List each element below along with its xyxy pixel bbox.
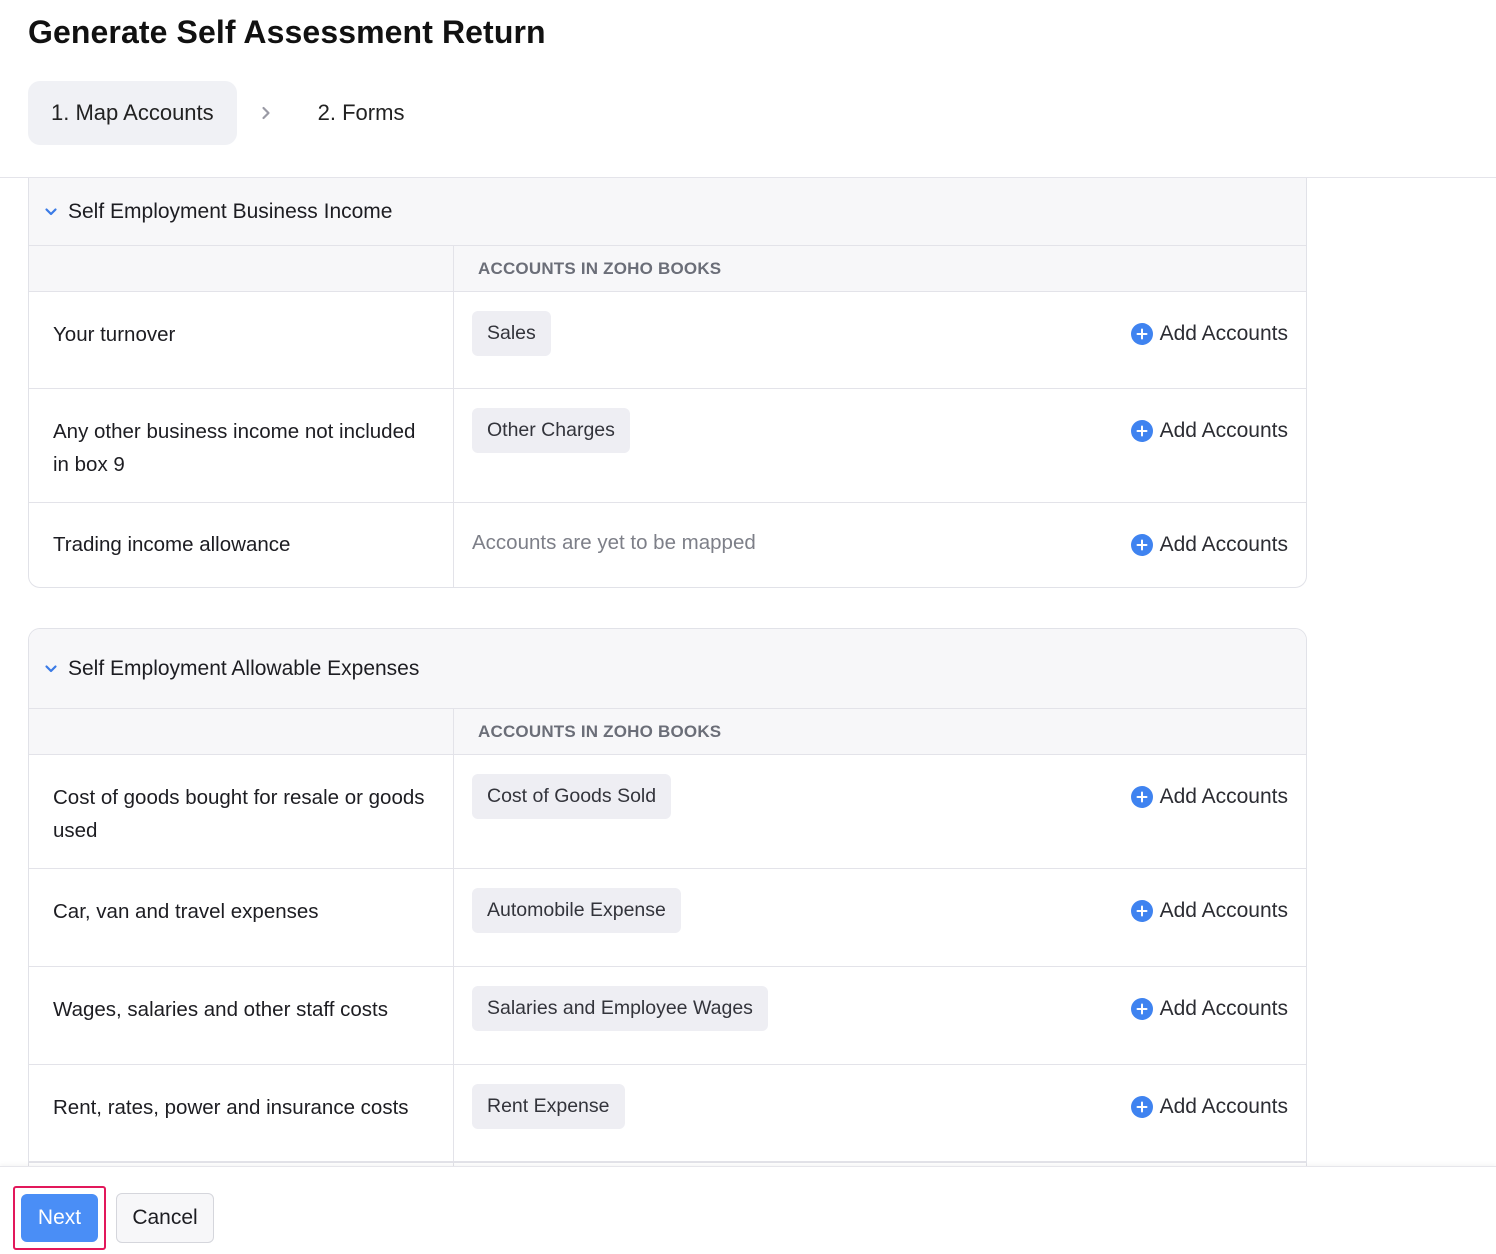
row-label: Car, van and travel expenses xyxy=(29,869,454,966)
column-header-label: ACCOUNTS IN ZOHO BOOKS xyxy=(478,258,722,278)
account-chip[interactable]: Sales xyxy=(472,311,551,356)
chevron-down-icon[interactable] xyxy=(44,204,60,220)
step-map-accounts[interactable]: 1. Map Accounts xyxy=(28,81,237,145)
section-business-income: Self Employment Business Income ACCOUNTS… xyxy=(28,178,1307,588)
row-label: Any other business income not included i… xyxy=(29,389,454,502)
table-row: Rent, rates, power and insurance costs R… xyxy=(29,1065,1306,1162)
plus-circle-icon xyxy=(1130,420,1153,442)
column-header: ACCOUNTS IN ZOHO BOOKS xyxy=(29,709,1306,755)
plus-circle-icon xyxy=(1130,998,1153,1020)
section-title: Self Employment Allowable Expenses xyxy=(68,656,420,680)
stepper: 1. Map Accounts 2. Forms xyxy=(28,81,427,145)
account-chip[interactable]: Rent Expense xyxy=(472,1084,625,1129)
plus-circle-icon xyxy=(1130,1096,1153,1118)
account-chip[interactable]: Cost of Goods Sold xyxy=(472,774,672,819)
table-row: Car, van and travel expenses Automobile … xyxy=(29,869,1306,967)
row-label: Cost of goods bought for resale or goods… xyxy=(29,755,454,868)
step-forms[interactable]: 2. Forms xyxy=(295,81,428,145)
chevron-right-icon xyxy=(237,106,295,120)
unmapped-placeholder: Accounts are yet to be mapped xyxy=(472,531,756,554)
cancel-button[interactable]: Cancel xyxy=(116,1193,214,1243)
next-button-highlight: Next xyxy=(13,1186,106,1250)
chevron-down-icon[interactable] xyxy=(44,661,60,677)
column-header-label: ACCOUNTS IN ZOHO BOOKS xyxy=(478,721,722,741)
plus-circle-icon xyxy=(1130,786,1153,808)
table-row: Any other business income not included i… xyxy=(29,389,1306,503)
table-row: Cost of goods bought for resale or goods… xyxy=(29,755,1306,869)
next-button[interactable]: Next xyxy=(21,1194,98,1242)
account-chip[interactable]: Salaries and Employee Wages xyxy=(472,986,768,1031)
add-accounts-button[interactable]: Add Accounts xyxy=(1130,785,1288,809)
section-header[interactable]: Self Employment Allowable Expenses xyxy=(29,629,1306,709)
section-header[interactable]: Self Employment Business Income xyxy=(29,178,1306,246)
table-row: Trading income allowance Accounts are ye… xyxy=(29,503,1306,587)
add-accounts-button[interactable]: Add Accounts xyxy=(1130,533,1288,557)
page-title: Generate Self Assessment Return xyxy=(28,14,546,50)
add-accounts-button[interactable]: Add Accounts xyxy=(1130,1095,1288,1119)
table-row: Your turnover Sales Add Accounts xyxy=(29,292,1306,389)
account-chip[interactable]: Automobile Expense xyxy=(472,888,681,933)
plus-circle-icon xyxy=(1130,900,1153,922)
row-label: Your turnover xyxy=(29,292,454,388)
add-accounts-button[interactable]: Add Accounts xyxy=(1130,322,1288,346)
add-accounts-button[interactable]: Add Accounts xyxy=(1130,997,1288,1021)
plus-circle-icon xyxy=(1130,534,1153,556)
row-label: Rent, rates, power and insurance costs xyxy=(29,1065,454,1161)
add-accounts-button[interactable]: Add Accounts xyxy=(1130,899,1288,923)
account-chip[interactable]: Other Charges xyxy=(472,408,630,453)
section-allowable-expenses: Self Employment Allowable Expenses ACCOU… xyxy=(28,628,1307,1166)
mapping-scroll-area[interactable]: Self Employment Business Income ACCOUNTS… xyxy=(0,178,1496,1166)
column-header: ACCOUNTS IN ZOHO BOOKS xyxy=(29,246,1306,292)
footer-bar: Next Cancel xyxy=(0,1166,1496,1254)
row-label: Trading income allowance xyxy=(29,503,454,587)
plus-circle-icon xyxy=(1130,323,1153,345)
add-accounts-button[interactable]: Add Accounts xyxy=(1130,419,1288,443)
table-row: Wages, salaries and other staff costs Sa… xyxy=(29,967,1306,1065)
row-label: Wages, salaries and other staff costs xyxy=(29,967,454,1064)
section-title: Self Employment Business Income xyxy=(68,199,393,223)
